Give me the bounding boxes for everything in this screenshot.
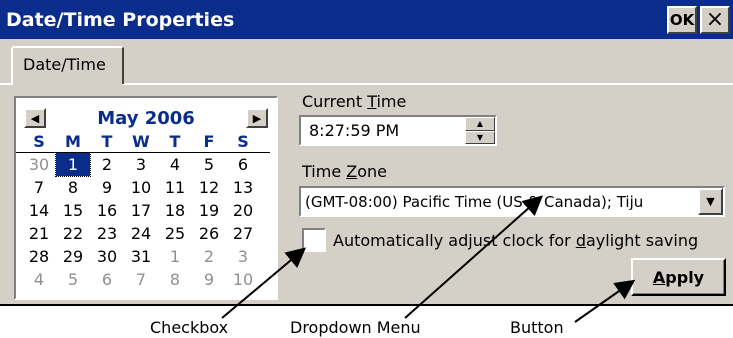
calendar-day[interactable]: 8 <box>56 176 90 199</box>
calendar-day[interactable]: 15 <box>56 199 90 222</box>
calendar-day[interactable]: 7 <box>124 268 158 291</box>
calendar-day[interactable]: 18 <box>158 199 192 222</box>
weekday-label: W <box>132 132 150 151</box>
month-calendar: ◀ May 2006 ▶ SMTWTFS 30 1 2 3 4 5 6 7 8 9 10 11 12 13… <box>14 96 278 300</box>
time-zone-label: Time Zone <box>302 162 387 181</box>
calendar-day[interactable]: 4 <box>158 153 192 176</box>
calendar-day[interactable]: 9 <box>90 176 124 199</box>
weekday-label: S <box>237 132 249 151</box>
calendar-day[interactable]: 6 <box>226 153 260 176</box>
weekday-label: T <box>101 132 113 151</box>
calendar-day[interactable]: 27 <box>226 222 260 245</box>
tab-date-time[interactable]: Date/Time <box>11 46 124 84</box>
calendar-day[interactable]: 17 <box>124 199 158 222</box>
weekday-label: M <box>65 132 81 151</box>
button-callout-label: Button <box>510 318 564 337</box>
calendar-week-row: 30 1 2 3 4 5 6 <box>16 152 276 177</box>
calendar-day[interactable]: 21 <box>22 222 56 245</box>
calendar-day[interactable]: 5 <box>192 153 226 176</box>
calendar-day[interactable]: 11 <box>158 176 192 199</box>
calendar-header: ◀ May 2006 ▶ <box>16 98 276 132</box>
spin-down-icon[interactable]: ▼ <box>465 130 495 144</box>
weekday-label: F <box>203 132 215 151</box>
time-value[interactable]: 8:27:59 PM <box>301 121 465 140</box>
calendar-day[interactable]: 10 <box>124 176 158 199</box>
calendar-day[interactable]: 24 <box>124 222 158 245</box>
daylight-saving-checkbox[interactable] <box>302 228 326 252</box>
calendar-day[interactable]: 20 <box>226 199 260 222</box>
calendar-day[interactable]: 3 <box>226 245 260 268</box>
ok-button[interactable]: OK <box>667 5 697 34</box>
calendar-day[interactable]: 9 <box>192 268 226 291</box>
calendar-day[interactable]: 26 <box>192 222 226 245</box>
apply-button[interactable]: Apply <box>631 258 726 296</box>
calendar-day[interactable]: 3 <box>124 153 158 176</box>
prev-month-button[interactable]: ◀ <box>24 108 46 128</box>
daylight-saving-label[interactable]: Automatically adjust clock for daylight … <box>333 231 698 250</box>
next-month-button[interactable]: ▶ <box>245 108 268 128</box>
calendar-week-row: 7 8 9 10 11 12 13 <box>16 176 276 199</box>
calendar-day[interactable]: 31 <box>124 245 158 268</box>
date-time-properties-window: Date/Time Properties OK × Date/Time ◀ Ma… <box>0 0 733 306</box>
calendar-day[interactable]: 2 <box>90 153 124 176</box>
weekday-header-row: S M TWT F S <box>16 132 270 153</box>
calendar-day[interactable]: 22 <box>56 222 90 245</box>
calendar-day[interactable]: 5 <box>56 268 90 291</box>
calendar-day[interactable]: 12 <box>192 176 226 199</box>
calendar-day[interactable]: 14 <box>22 199 56 222</box>
calendar-day[interactable]: 6 <box>90 268 124 291</box>
calendar-week-row: 14 15 16 17 18 19 20 <box>16 199 276 222</box>
chevron-down-icon[interactable]: ▼ <box>698 188 723 215</box>
calendar-day[interactable]: 10 <box>226 268 260 291</box>
calendar-week-row: 28 29 30 31 1 2 3 <box>16 245 276 268</box>
time-zone-dropdown[interactable]: (GMT-08:00) Pacific Time (US & Canada); … <box>299 186 725 217</box>
calendar-grid: 30 1 2 3 4 5 6 7 8 9 10 11 12 13 14 15 16 17 18 19 20 21 22 23 2… <box>16 152 276 291</box>
calendar-day[interactable]: 1 <box>158 245 192 268</box>
tab-joint <box>13 82 122 86</box>
calendar-day[interactable]: 16 <box>90 199 124 222</box>
close-button[interactable]: × <box>700 5 730 34</box>
calendar-day[interactable]: 7 <box>22 176 56 199</box>
time-zone-value[interactable]: (GMT-08:00) Pacific Time (US & Canada); … <box>301 193 698 211</box>
current-time-label: Current Time <box>302 92 407 111</box>
calendar-day[interactable]: 29 <box>56 245 90 268</box>
time-spinner[interactable]: ▲ ▼ <box>465 117 495 144</box>
window-title: Date/Time Properties <box>6 8 235 31</box>
calendar-day[interactable]: 1 <box>55 152 91 177</box>
calendar-month-title[interactable]: May 2006 <box>97 108 195 129</box>
calendar-day[interactable]: 8 <box>158 268 192 291</box>
time-spinbox[interactable]: 8:27:59 PM ▲ ▼ <box>299 115 497 146</box>
calendar-day[interactable]: 19 <box>192 199 226 222</box>
calendar-day[interactable]: 30 <box>90 245 124 268</box>
calendar-day[interactable]: 2 <box>192 245 226 268</box>
title-bar: Date/Time Properties OK × <box>0 0 733 39</box>
checkbox-callout-label: Checkbox <box>150 318 229 337</box>
calendar-day[interactable]: 28 <box>22 245 56 268</box>
calendar-day[interactable]: 23 <box>90 222 124 245</box>
spin-up-icon[interactable]: ▲ <box>465 117 495 131</box>
weekday-label: S <box>33 132 45 151</box>
calendar-day[interactable]: 25 <box>158 222 192 245</box>
calendar-day[interactable]: 30 <box>22 153 56 176</box>
calendar-week-row: 21 22 23 24 25 26 27 <box>16 222 276 245</box>
calendar-day[interactable]: 4 <box>22 268 56 291</box>
calendar-day[interactable]: 13 <box>226 176 260 199</box>
weekday-label: T <box>169 132 181 151</box>
calendar-week-row: 4 5 6 7 8 9 10 <box>16 268 276 291</box>
dropdown-callout-label: Dropdown Menu <box>290 318 421 337</box>
